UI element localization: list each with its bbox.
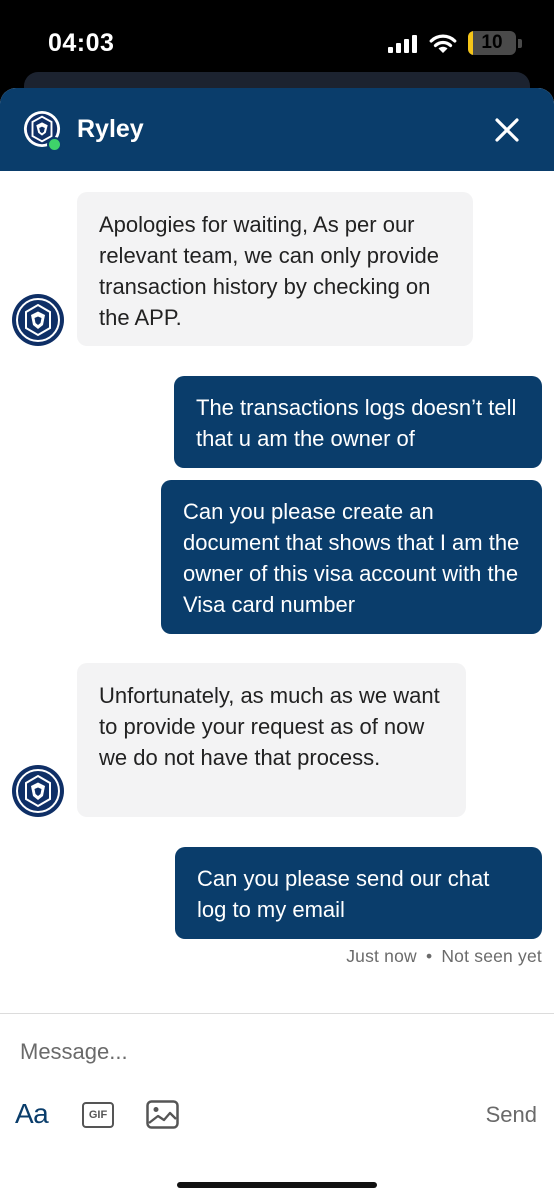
agent-name: Ryley — [77, 115, 144, 143]
text-format-button[interactable]: Aa — [15, 1098, 49, 1130]
battery-indicator: 10 — [468, 31, 524, 55]
chat-header: Ryley — [0, 88, 554, 171]
gif-button[interactable]: GIF — [82, 1102, 114, 1128]
close-icon — [495, 118, 519, 142]
status-separator: • — [425, 946, 433, 966]
status-icons: 10 — [384, 31, 524, 57]
user-message: Can you please send our chat log to my e… — [175, 847, 542, 939]
send-button[interactable]: Send — [486, 1102, 537, 1128]
status-time: 04:03 — [48, 29, 115, 57]
message-input[interactable] — [20, 1036, 520, 1068]
agent-avatar-icon — [12, 294, 64, 346]
message-composer: Aa GIF Send — [0, 1013, 554, 1200]
wifi-icon — [429, 34, 457, 53]
message-timestamp: Just now — [346, 946, 417, 966]
home-indicator — [177, 1182, 377, 1188]
online-status-dot — [47, 137, 62, 152]
cellular-signal-icon — [388, 35, 417, 53]
close-button[interactable] — [488, 111, 526, 149]
user-message: The transactions logs doesn’t tell that … — [174, 376, 542, 468]
agent-avatar-icon — [12, 765, 64, 817]
image-icon[interactable] — [146, 1100, 179, 1129]
chat-sheet: Ryley Apologies for waiting, As per our … — [0, 88, 554, 1200]
agent-message: Unfortunately, as much as we want to pro… — [77, 663, 466, 817]
user-message: Can you please create an document that s… — [161, 480, 542, 634]
agent-message: Apologies for waiting, As per our releva… — [77, 192, 473, 346]
seen-status: Not seen yet — [441, 946, 542, 966]
battery-level: 10 — [481, 32, 503, 53]
delivery-status: Just now • Not seen yet — [346, 946, 542, 967]
